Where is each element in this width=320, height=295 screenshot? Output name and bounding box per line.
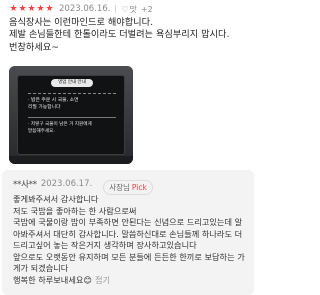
- notice-sign: 영업 안내 안내 · 밥은 주문 시 국물, 소면 리필 가능합니다 · 저렇구…: [17, 75, 125, 155]
- divider: [115, 5, 117, 13]
- sign-divider: [28, 117, 116, 118]
- sign-line: 리필 가능합니다: [28, 105, 61, 110]
- review-text: 음식장사는 이런마인드로 해야합니다. 제발 손님들한테 한톨이라도 더벌려는 …: [9, 17, 230, 53]
- taste-tag: ♡ 맛: [121, 4, 137, 15]
- sign-title: 영업 안내 안내: [51, 79, 93, 87]
- review-photo[interactable]: 영업 안내 안내 · 밥은 주문 시 국물, 소면 리필 가능합니다 · 저렇구…: [9, 66, 133, 164]
- owner-pick-text: Pick: [131, 183, 147, 192]
- star-icon: ★: [27, 4, 36, 14]
- sign-line: 말씀해주세요.: [28, 129, 55, 134]
- photo-floor: [9, 156, 133, 164]
- heart-icon: ♡: [121, 4, 129, 14]
- review-card: ★ ★ ★ ★ ★ 2023.06.16. ♡ 맛 +2 음식장사는 이런마인드…: [0, 0, 256, 295]
- star-icon: ★: [36, 4, 45, 14]
- star-icon: ★: [9, 4, 18, 14]
- reply-body: 좋게봐주셔서 감사합니다 저도 국밥을 좋아하는 한 사람으로써 국밥에 국물이…: [13, 194, 245, 285]
- collapse-link[interactable]: 접기: [95, 275, 110, 285]
- owner-name: **사**: [13, 180, 37, 190]
- review-date: 2023.06.16.: [59, 4, 111, 14]
- star-icon: ★: [18, 4, 27, 14]
- review-header: ★ ★ ★ ★ ★ 2023.06.16. ♡ 맛 +2: [9, 3, 153, 15]
- taste-label: 맛: [129, 4, 137, 14]
- sign-line: · 밥은 주문 시 국물, 소면: [28, 98, 79, 103]
- reply-text: 좋게봐주셔서 감사합니다 저도 국밥을 좋아하는 한 사람으로써 국밥에 국물이…: [13, 194, 249, 286]
- rating-stars: ★ ★ ★ ★ ★: [9, 4, 54, 14]
- owner-pick-label: 사장님: [109, 183, 130, 192]
- reply-date: 2023.06.17.: [40, 179, 93, 189]
- reply-header: **사** 2023.06.17.: [13, 178, 92, 190]
- more-tags-count[interactable]: +2: [141, 5, 153, 14]
- star-icon: ★: [45, 4, 54, 14]
- owner-pick-badge: 사장님 Pick: [103, 180, 153, 195]
- sign-line: · 저렇구 국물이 남은 거 지원에게: [28, 122, 92, 127]
- sign-divider: [28, 93, 116, 94]
